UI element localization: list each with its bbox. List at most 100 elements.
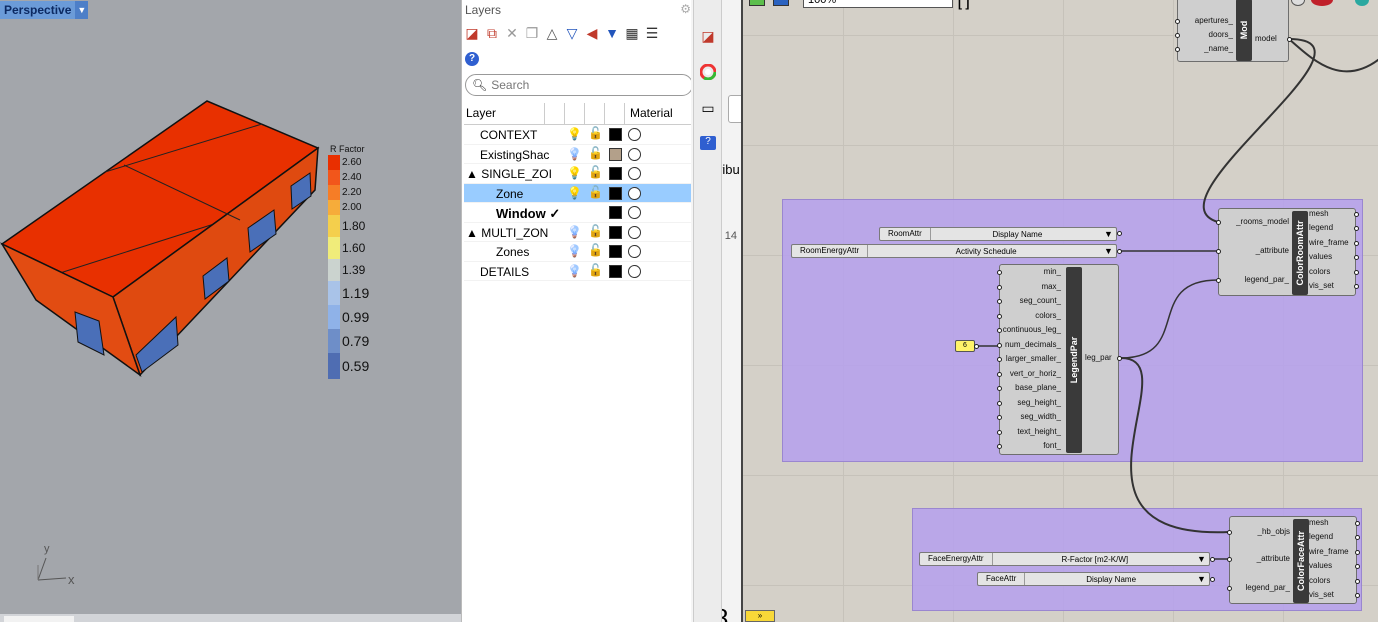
material-icon[interactable] (628, 206, 641, 219)
face-energy-attr-valuelist[interactable]: FaceEnergyAttr R-Factor [m2-K/W] ▼ (919, 552, 1210, 566)
layer-color-swatch[interactable] (609, 264, 622, 278)
room-energy-attr-valuelist[interactable]: RoomEnergyAttr Activity Schedule ▼ (791, 244, 1117, 258)
param-label[interactable]: leg_par (1085, 353, 1112, 362)
material-icon[interactable] (628, 245, 641, 258)
lock-icon[interactable]: 🔓 (588, 243, 603, 257)
param-port[interactable] (997, 299, 1002, 304)
param-port[interactable] (997, 357, 1002, 362)
move-left-icon[interactable]: ◀ (584, 25, 600, 42)
layer-name[interactable]: Zones (496, 245, 560, 259)
param-port[interactable] (997, 313, 1002, 319)
param-label[interactable]: values (1309, 252, 1332, 261)
param-label[interactable]: wire_frame (1309, 547, 1349, 556)
param-port[interactable] (1216, 220, 1221, 225)
layer-row[interactable]: ExistingShac 💡 🔓 (464, 145, 696, 164)
param-label[interactable]: num_decimals_ (981, 340, 1061, 349)
param-port[interactable] (1355, 578, 1360, 584)
param-port[interactable] (1355, 521, 1360, 526)
param-label[interactable]: vis_set (1309, 590, 1334, 599)
layer-row[interactable]: ▲ MULTI_ZON 💡 🔓 (464, 223, 696, 242)
gear-icon[interactable]: ⚙ (680, 2, 691, 16)
param-port[interactable] (1355, 549, 1360, 555)
param-port[interactable] (997, 270, 1002, 275)
layer-name[interactable]: Zone (496, 187, 560, 201)
layer-name[interactable]: CONTEXT (480, 128, 560, 142)
param-label[interactable]: colors_ (981, 311, 1061, 320)
lock-icon[interactable]: 🔓 (588, 146, 603, 160)
param-label[interactable]: _name_ (1163, 44, 1233, 53)
help-icon[interactable]: ? (465, 52, 479, 66)
dropdown-arrow-icon[interactable]: ▼ (1104, 229, 1116, 239)
param-port[interactable] (1287, 37, 1292, 42)
param-label[interactable]: text_height_ (981, 427, 1061, 436)
viewport-bottom-tab[interactable] (4, 616, 74, 622)
layer-color-swatch[interactable] (609, 128, 622, 141)
visibility-bulb-icon[interactable]: 💡 (567, 166, 582, 180)
param-port[interactable] (1227, 586, 1232, 591)
lock-icon[interactable]: 🔓 (588, 126, 603, 140)
lock-icon[interactable]: 🔓 (588, 263, 603, 277)
param-port[interactable] (1175, 47, 1180, 52)
dropdown-arrow-icon[interactable]: ▼ (1104, 246, 1116, 256)
canvas-corner-widget[interactable]: » (745, 610, 775, 622)
copy-icon[interactable]: ❐ (524, 25, 540, 42)
viewport-name[interactable]: Perspective (0, 1, 76, 19)
layer-row[interactable]: DETAILS 💡 🔓 (464, 262, 696, 281)
visibility-bulb-icon[interactable]: 💡 (567, 225, 582, 239)
param-label[interactable]: values (1309, 561, 1332, 570)
visibility-bulb-icon[interactable]: 💡 (567, 264, 582, 278)
layer-color-swatch[interactable] (609, 206, 622, 219)
param-label[interactable]: vis_set (1309, 281, 1334, 290)
help-panel-icon[interactable]: ? (700, 136, 716, 150)
search-input[interactable]: 🔍︎ Search (465, 74, 693, 96)
display-icon[interactable]: ▭ (700, 100, 716, 116)
visibility-bulb-icon[interactable]: 💡 (567, 186, 582, 200)
param-label[interactable]: model (1255, 34, 1277, 43)
param-label[interactable]: apertures_ (1163, 16, 1233, 25)
param-label[interactable]: seg_count_ (981, 296, 1061, 305)
visibility-bulb-icon[interactable]: 💡 (567, 147, 582, 161)
param-label[interactable]: continuous_leg_ (981, 325, 1061, 334)
param-port[interactable] (1227, 530, 1232, 535)
param-port[interactable] (997, 328, 1002, 333)
filter-icon[interactable]: ▼ (604, 25, 620, 42)
param-label[interactable]: mesh (1309, 209, 1329, 218)
perspective-viewport[interactable]: R Factor 2.60 2.40 2.20 2.00 1.80 1.60 1.39 1.1… (0, 0, 461, 622)
param-port[interactable] (1216, 278, 1221, 283)
param-port[interactable] (997, 444, 1002, 449)
room-attr-valuelist[interactable]: RoomAttr Display Name ▼ (879, 227, 1117, 241)
layer-color-swatch[interactable] (609, 147, 622, 161)
param-port[interactable] (1175, 33, 1180, 38)
material-icon[interactable] (628, 128, 641, 141)
layers-panel-icon[interactable]: ◪ (700, 28, 716, 44)
param-label[interactable]: legend (1309, 532, 1333, 541)
param-port[interactable] (1117, 249, 1122, 254)
param-label[interactable]: mesh (1309, 518, 1329, 527)
layer-column-header[interactable]: Layer (466, 106, 546, 120)
material-icon[interactable] (628, 264, 641, 278)
visibility-bulb-icon[interactable]: 💡 (567, 244, 582, 258)
param-port[interactable] (997, 342, 1002, 348)
lock-icon[interactable]: 🔓 (588, 224, 603, 238)
param-port[interactable] (997, 284, 1002, 290)
new-layer-icon[interactable]: ◪ (464, 25, 480, 42)
num-decimals-panel[interactable]: 6 (955, 340, 975, 352)
layer-color-swatch[interactable] (609, 225, 622, 239)
grasshopper-canvas[interactable]: 100% [ ] Mod ColorRoomAttr LegendPar Col… (741, 0, 1378, 622)
param-label[interactable]: larger_smaller_ (981, 354, 1061, 363)
param-port[interactable] (1354, 240, 1359, 246)
param-port[interactable] (1210, 557, 1215, 562)
param-port[interactable] (997, 415, 1002, 420)
param-label[interactable]: doors_ (1163, 30, 1233, 39)
material-icon[interactable] (628, 167, 641, 180)
layer-name[interactable]: ▲ MULTI_ZON (466, 226, 560, 240)
layer-row[interactable]: Window ✓ (464, 203, 696, 223)
param-port[interactable] (1216, 249, 1221, 254)
visibility-bulb-icon[interactable]: 💡 (567, 127, 582, 141)
move-down-icon[interactable]: ▽ (564, 25, 580, 42)
layer-row[interactable]: Zone 💡 🔓 (464, 183, 696, 203)
param-label[interactable]: legend (1309, 223, 1333, 232)
viewport-tab[interactable]: Perspective ▼ (0, 1, 89, 19)
param-label[interactable]: seg_width_ (981, 412, 1061, 421)
param-port[interactable] (1117, 231, 1122, 236)
